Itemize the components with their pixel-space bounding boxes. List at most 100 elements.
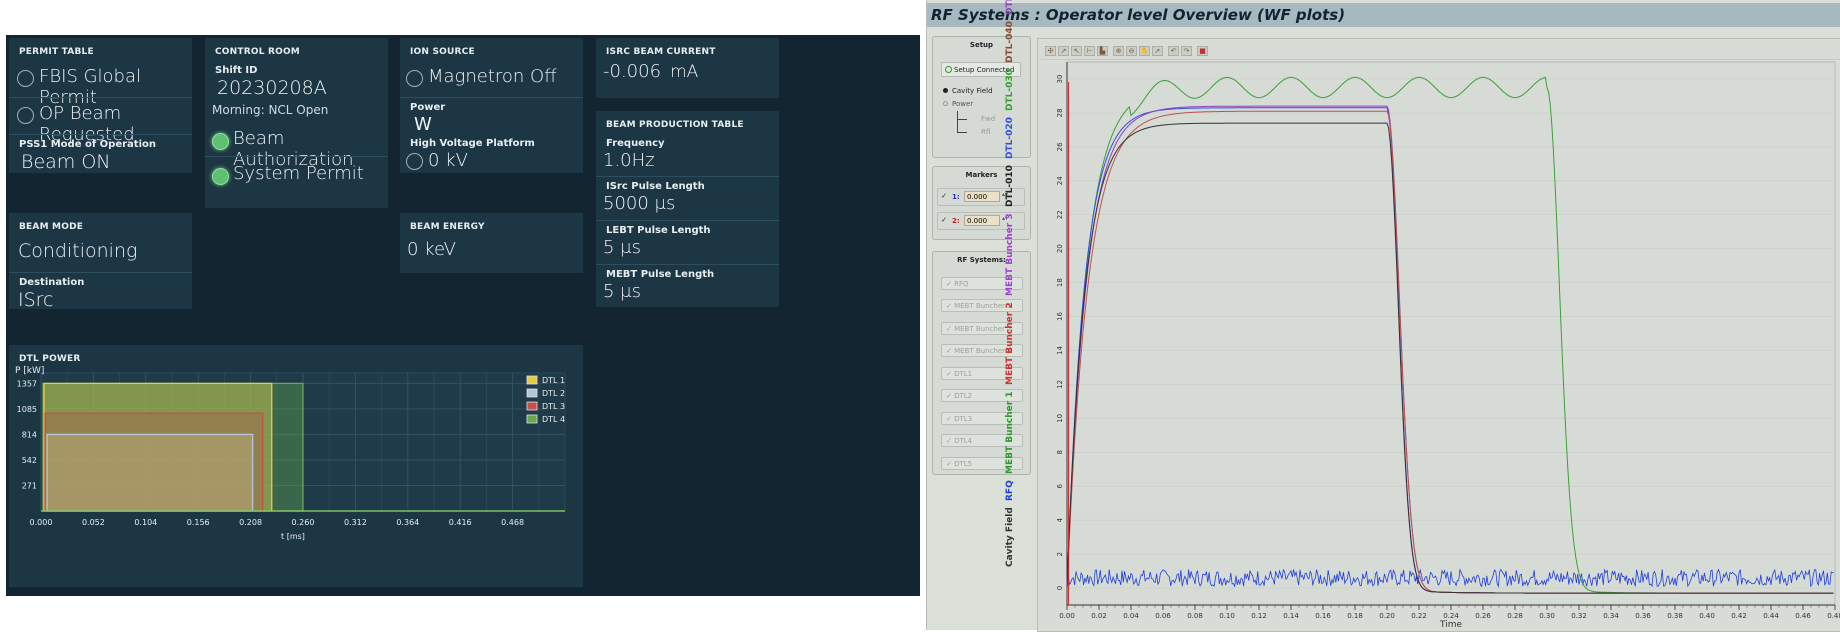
legend-label: DTL 1 bbox=[542, 376, 565, 385]
rf-system-label: DTL4 bbox=[954, 437, 973, 445]
y-legend-label: DTL-010 bbox=[1005, 165, 1015, 207]
frequency-row: Frequency 1.0Hz bbox=[596, 134, 779, 176]
destination-row: Destination ISrc bbox=[9, 272, 192, 313]
rf-system-label: MEBT Buncher 3 bbox=[954, 347, 1012, 355]
rf-systems-group: RF Systems: ✓ RFQ ✓ MEBT Buncher 1 ✓ MEB… bbox=[932, 251, 1031, 475]
y-tick-label: 2 bbox=[1056, 552, 1064, 556]
marker-1-checkbox[interactable]: ✓ bbox=[941, 192, 947, 200]
isrc-pulse-value: 5000 μs bbox=[603, 193, 676, 214]
y-legend-label: DTL-040 bbox=[1005, 21, 1015, 63]
tree-connector bbox=[957, 132, 967, 133]
x-tick-label: 0.38 bbox=[1667, 612, 1683, 620]
permit-table-panel: PERMIT TABLE FBIS Global Permit OP Beam … bbox=[9, 38, 192, 173]
x-tick-label: 0.22 bbox=[1411, 612, 1427, 620]
legend-swatch bbox=[526, 414, 538, 424]
x-tick-label: 0.32 bbox=[1571, 612, 1587, 620]
y-legend-label: DTL-050 bbox=[1005, 0, 1015, 15]
rf-system-label: DTL3 bbox=[954, 415, 973, 423]
x-tick-label: 0.04 bbox=[1123, 612, 1139, 620]
system-permit-indicator bbox=[212, 168, 229, 185]
isrc-pulse-label: ISrc Pulse Length bbox=[606, 181, 705, 192]
cavity-field-radio[interactable]: Cavity Field bbox=[943, 87, 993, 95]
marker-1-label: 1: bbox=[952, 193, 960, 201]
marker-1-input[interactable]: 0.000 bbox=[964, 191, 1000, 202]
y-legend-label: MEBT Buncher 2 bbox=[1005, 302, 1015, 385]
y-tick-label: 20 bbox=[1056, 244, 1064, 253]
x-tick-label: 0.48 bbox=[1827, 612, 1840, 620]
beam-authorization-indicator bbox=[212, 133, 229, 150]
legend-label: DTL 2 bbox=[542, 389, 565, 398]
y-tick-label: 22 bbox=[1056, 210, 1064, 219]
x-tick-label: 0.312 bbox=[344, 518, 367, 527]
setup-group: Setup Setup Connected Cavity Field Power… bbox=[932, 36, 1031, 158]
y-tick-label: 542 bbox=[22, 456, 37, 465]
x-tick-label: 0.26 bbox=[1475, 612, 1491, 620]
x-tick-label: 0.364 bbox=[396, 518, 419, 527]
lebt-pulse-value: 5 μs bbox=[603, 237, 642, 258]
panel-title: BEAM MODE bbox=[19, 222, 84, 232]
rf-systems-title: RF Systems: bbox=[957, 256, 1006, 264]
rf-system-label: MEBT Buncher 1 bbox=[954, 302, 1012, 310]
markers-group: Markers ✓ 1: 0.000 ▴▾ ✓ 2: 0.000 ▴▾ bbox=[932, 166, 1031, 240]
magnetron-row: Magnetron Off bbox=[400, 61, 583, 97]
legend-swatch bbox=[526, 375, 538, 385]
x-tick-label: 0.104 bbox=[134, 518, 157, 527]
y-legend-label: RFQ bbox=[1005, 480, 1015, 501]
beam-energy-row: 0 keV bbox=[400, 236, 583, 272]
power-radio[interactable]: Power bbox=[943, 100, 973, 108]
legend-label: DTL 3 bbox=[542, 402, 565, 411]
x-tick-label: 0.20 bbox=[1379, 612, 1395, 620]
cavity-field-label: Cavity Field bbox=[952, 87, 993, 95]
y-legend-label: MEBT Buncher 3 bbox=[1005, 213, 1015, 296]
y-tick-label: 1085 bbox=[17, 405, 37, 414]
y-tick-label: 271 bbox=[22, 482, 37, 491]
x-tick-label: 0.00 bbox=[1059, 612, 1075, 620]
rf-system-label: RFQ bbox=[954, 280, 969, 288]
x-tick-label: 0.416 bbox=[449, 518, 472, 527]
y-legend-label: DTL-020 bbox=[1005, 117, 1015, 159]
x-tick-label: 0.052 bbox=[82, 518, 105, 527]
x-tick-label: 0.260 bbox=[292, 518, 315, 527]
connected-icon bbox=[945, 66, 952, 73]
marker-2-input[interactable]: 0.000 bbox=[964, 215, 1000, 226]
x-tick-label: 0.34 bbox=[1603, 612, 1619, 620]
marker-2-label: 2: bbox=[952, 217, 960, 225]
y-tick-label: 14 bbox=[1056, 345, 1064, 354]
y-legend-label: DTL-030 bbox=[1005, 69, 1015, 111]
y-tick-label: 1357 bbox=[17, 379, 37, 388]
op-beam-indicator bbox=[17, 107, 34, 124]
shift-note: Morning: NCL Open bbox=[212, 103, 329, 117]
shift-row: Shift ID 20230208A Morning: NCL Open bbox=[205, 61, 388, 119]
mebt-pulse-value: 5 μs bbox=[603, 281, 642, 302]
y-tick-label: 6 bbox=[1056, 483, 1064, 488]
markers-title: Markers bbox=[965, 171, 998, 179]
y-tick-label: 26 bbox=[1056, 142, 1064, 151]
mebt-pulse-row: MEBT Pulse Length 5 μs bbox=[596, 264, 779, 308]
dtl-power-panel: DTL POWER P [kW] 0.000 0.052 0.104 0.156 0.20… bbox=[9, 345, 583, 587]
y-tick-label: 16 bbox=[1056, 312, 1064, 321]
x-tick-label: 0.12 bbox=[1251, 612, 1267, 620]
y-legend-label: Cavity Field bbox=[1005, 507, 1015, 567]
fwd-label: Fwd bbox=[981, 115, 996, 123]
isrc-current-value: -0.006 bbox=[603, 61, 662, 82]
x-tick-label: 0.02 bbox=[1091, 612, 1107, 620]
x-axis-label: Time bbox=[1439, 620, 1462, 630]
x-tick-label: 0.16 bbox=[1315, 612, 1331, 620]
rf-systems-window: RF Systems : Operator level Overview (WF… bbox=[926, 0, 1840, 632]
power-value: W bbox=[414, 114, 432, 135]
destination-label: Destination bbox=[19, 277, 85, 288]
beam-mode-value: Conditioning bbox=[18, 240, 138, 262]
isrc-beam-current-panel: ISRC BEAM CURRENT -0.006 mA bbox=[596, 38, 779, 98]
waveform-chart: 0246810121416182022242628300.00 0.02 0.04 0… bbox=[1056, 61, 1840, 630]
y-tick-label: 30 bbox=[1056, 75, 1064, 84]
power-label: Power bbox=[952, 100, 974, 108]
x-tick-label: 0.40 bbox=[1699, 612, 1715, 620]
marker-2-checkbox[interactable]: ✓ bbox=[941, 216, 947, 224]
y-tick-label: 8 bbox=[1056, 450, 1064, 454]
x-tick-label: 0.28 bbox=[1507, 612, 1523, 620]
area-dtl-2 bbox=[46, 433, 254, 512]
panel-title: ION SOURCE bbox=[410, 47, 475, 57]
beam-dashboard: PERMIT TABLE FBIS Global Permit OP Beam … bbox=[6, 35, 920, 596]
panel-title: BEAM ENERGY bbox=[410, 222, 485, 232]
tree-connector bbox=[957, 119, 967, 120]
